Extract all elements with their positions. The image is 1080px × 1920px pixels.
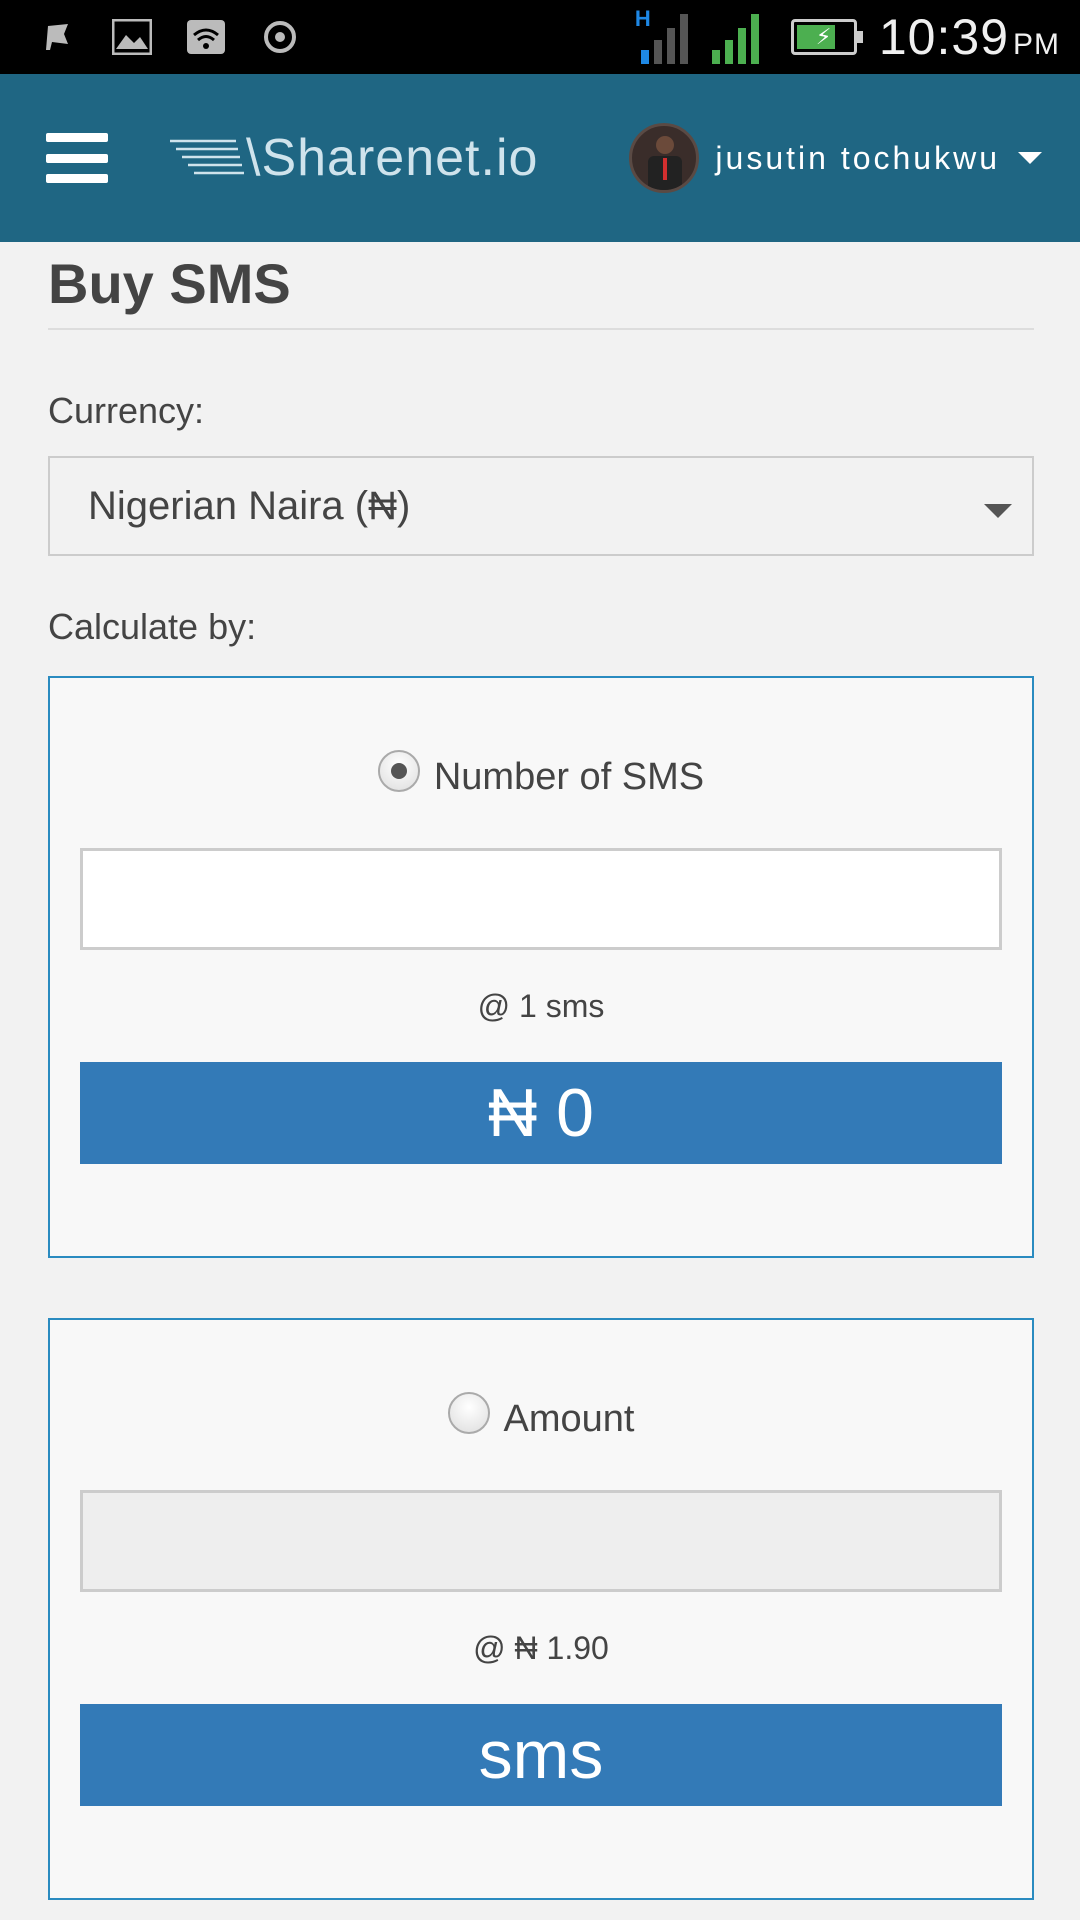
notification-icon bbox=[38, 17, 78, 57]
image-icon bbox=[112, 17, 152, 57]
divider bbox=[48, 328, 1034, 330]
avatar bbox=[629, 123, 700, 193]
cost-result: ₦ 0 bbox=[80, 1062, 1002, 1164]
clock-time: 10:39 bbox=[878, 9, 1009, 65]
clock: 10:39 PM bbox=[879, 8, 1060, 66]
signal-icon-1: H bbox=[635, 6, 688, 64]
number-of-sms-radio[interactable] bbox=[377, 749, 420, 792]
amount-input[interactable] bbox=[80, 1490, 1002, 1592]
main-content: Buy SMS Currency: Nigerian Naira (₦) Cal… bbox=[48, 242, 1034, 1900]
number-of-sms-panel: Number of SMS @ 1 sms ₦ 0 bbox=[48, 676, 1034, 1258]
user-name: jusutin tochukwu bbox=[715, 139, 1000, 176]
dropdown-arrow-icon bbox=[984, 504, 1012, 518]
logo-speed-lines-icon bbox=[170, 139, 244, 175]
currency-label: Currency: bbox=[48, 390, 205, 431]
number-of-sms-option[interactable]: Number of SMS bbox=[50, 749, 1032, 799]
number-of-sms-input[interactable] bbox=[80, 848, 1002, 950]
amount-rate-text: @ ₦ 1.90 bbox=[473, 1630, 609, 1666]
currency-select[interactable]: Nigerian Naira (₦) bbox=[48, 456, 1034, 556]
amount-radio[interactable] bbox=[447, 1391, 490, 1434]
status-bar: H ⚡ 10:39 PM bbox=[0, 0, 1080, 74]
sms-result: sms bbox=[80, 1704, 1002, 1806]
app-header: \Sharenet.io jusutin tochukwu bbox=[0, 74, 1080, 242]
chevron-down-icon bbox=[1018, 152, 1042, 164]
page-title: Buy SMS bbox=[48, 252, 291, 315]
logo[interactable]: \Sharenet.io bbox=[166, 128, 538, 188]
clock-ampm: PM bbox=[1013, 28, 1060, 61]
sms-rate-text: @ 1 sms bbox=[477, 988, 605, 1024]
user-menu[interactable]: jusutin tochukwu bbox=[629, 123, 1042, 193]
number-of-sms-label: Number of SMS bbox=[433, 756, 705, 798]
amount-panel: Amount @ ₦ 1.90 sms bbox=[48, 1318, 1034, 1900]
wifi-icon bbox=[186, 17, 226, 57]
currency-select-value: Nigerian Naira (₦) bbox=[88, 483, 411, 528]
logo-text: \Sharenet.io bbox=[246, 129, 539, 187]
network-type-label: H bbox=[634, 6, 651, 31]
status-icons-right: H ⚡ 10:39 PM bbox=[635, 6, 1060, 66]
sync-icon bbox=[260, 17, 300, 57]
signal-icon-2 bbox=[711, 10, 759, 64]
calculate-by-label: Calculate by: bbox=[48, 606, 257, 647]
amount-option[interactable]: Amount bbox=[50, 1391, 1032, 1441]
menu-icon[interactable] bbox=[46, 133, 108, 183]
battery-icon: ⚡ bbox=[790, 19, 863, 55]
status-icons-left bbox=[38, 17, 300, 57]
amount-label: Amount bbox=[503, 1398, 635, 1440]
